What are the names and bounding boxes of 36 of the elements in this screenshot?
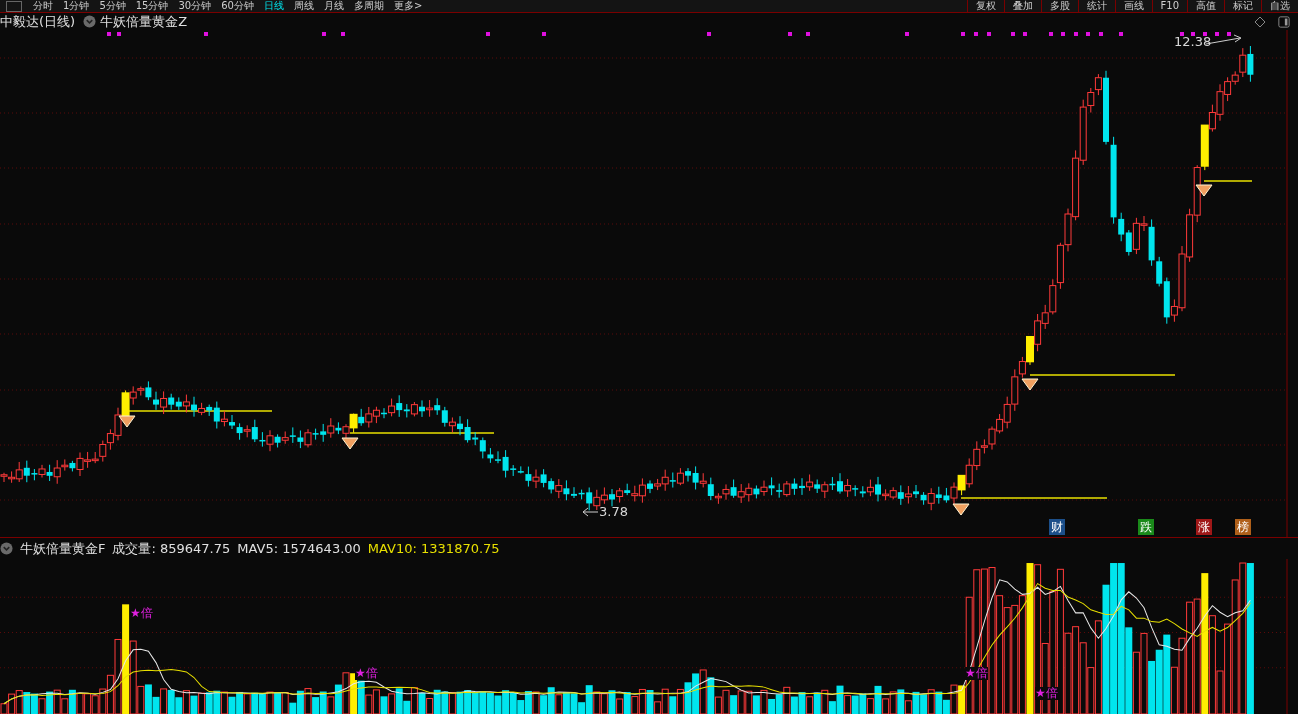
indicator-name[interactable]: 牛妖倍量黄金F — [20, 539, 106, 558]
period-tab[interactable]: 月线 — [318, 0, 349, 12]
period-tab[interactable]: 更多> — [388, 0, 428, 12]
period-tab[interactable]: 5分钟 — [94, 0, 131, 12]
event-badge[interactable]: 跌 — [1138, 519, 1154, 535]
period-tab[interactable]: 30分钟 — [173, 0, 217, 12]
volume-reading: MAV10: 1331870.75 — [367, 541, 500, 556]
toolbar-button[interactable]: 标记 — [1224, 0, 1261, 12]
volume-reading: 成交量: 859647.75 — [112, 539, 231, 558]
period-tab[interactable]: 15分钟 — [130, 0, 174, 12]
volume-reading: MAV5: 1574643.00 — [237, 541, 361, 556]
stock-title: 中毅达(日线) — [0, 12, 76, 31]
toolbar-button[interactable]: 复权 — [966, 0, 1004, 12]
signal-mark: ★倍 — [355, 667, 378, 680]
low-price-label: 3.78 — [599, 505, 628, 519]
period-tab[interactable]: 多周期 — [348, 0, 389, 12]
period-tab[interactable]: 1分钟 — [58, 0, 95, 12]
period-tab[interactable]: 60分钟 — [216, 0, 259, 12]
toolbar-button[interactable]: F10 — [1151, 0, 1187, 12]
toolbar-button[interactable]: 自选 — [1261, 0, 1298, 12]
indicator-name[interactable]: 牛妖倍量黄金Z — [100, 12, 188, 31]
signal-mark: ★倍 — [965, 667, 988, 680]
period-tab[interactable]: 日线 — [258, 0, 289, 12]
signal-mark: ★倍 — [1035, 687, 1058, 700]
period-tab[interactable]: 分时 — [28, 0, 58, 12]
signal-mark: ★倍 — [130, 607, 153, 620]
toolbar-button[interactable]: 统计 — [1077, 0, 1115, 12]
toolbar-button[interactable]: 多股 — [1040, 0, 1078, 12]
toolbar-button[interactable]: 画线 — [1114, 0, 1152, 12]
high-price-label: 12.38 — [1174, 35, 1212, 49]
period-tab[interactable]: 周线 — [288, 0, 319, 12]
toolbar-button[interactable]: 叠加 — [1003, 0, 1041, 12]
event-badge[interactable]: 财 — [1049, 519, 1065, 535]
toolbar-button[interactable]: 高值 — [1187, 0, 1224, 12]
event-badge[interactable]: 榜 — [1235, 519, 1251, 535]
event-badge[interactable]: 涨 — [1196, 519, 1212, 535]
